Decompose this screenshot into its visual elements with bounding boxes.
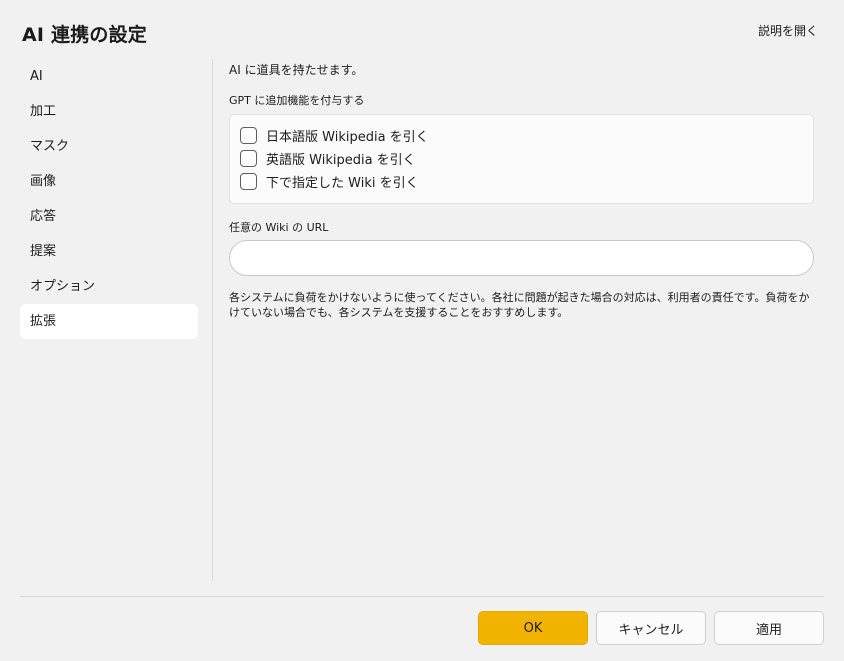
gpt-group-label: GPT に追加機能を付与する: [229, 94, 365, 107]
sidebar-item-mask[interactable]: マスク: [20, 129, 198, 164]
checkbox-icon[interactable]: [240, 127, 257, 144]
sidebar-item-image[interactable]: 画像: [20, 164, 198, 199]
panel-intro: AI に道具を持たせます。: [229, 63, 364, 77]
sidebar-item-extensions[interactable]: 拡張: [20, 304, 198, 339]
checkbox-label: 英語版 Wikipedia を引く: [266, 153, 416, 168]
english-wikipedia-checkbox[interactable]: 英語版 Wikipedia を引く: [240, 147, 803, 170]
dialog-title: AI 連携の設定: [22, 24, 147, 46]
sidebar-divider: [212, 59, 213, 581]
footer-divider: [20, 596, 824, 597]
japanese-wikipedia-checkbox[interactable]: 日本語版 Wikipedia を引く: [240, 124, 803, 147]
dialog-footer: OK キャンセル 適用: [478, 611, 824, 645]
apply-button[interactable]: 適用: [714, 611, 824, 645]
gpt-feature-checkbox-group: 日本語版 Wikipedia を引く 英語版 Wikipedia を引く 下で指…: [229, 114, 814, 204]
sidebar-item-options[interactable]: オプション: [20, 269, 198, 304]
sidebar-item-processing[interactable]: 加工: [20, 94, 198, 129]
sidebar-item-response[interactable]: 応答: [20, 199, 198, 234]
extensions-panel: AI に道具を持たせます。 GPT に追加機能を付与する 日本語版 Wikipe…: [229, 59, 814, 320]
checkbox-label: 日本語版 Wikipedia を引く: [266, 130, 429, 145]
open-help-link[interactable]: 説明を開く: [758, 22, 818, 39]
cancel-button[interactable]: キャンセル: [596, 611, 706, 645]
sidebar-item-ai[interactable]: AI: [20, 59, 198, 94]
checkbox-icon[interactable]: [240, 150, 257, 167]
checkbox-label: 下で指定した Wiki を引く: [266, 176, 419, 191]
wiki-url-input[interactable]: [229, 240, 814, 276]
sidebar: AI 加工 マスク 画像 応答 提案 オプション 拡張: [20, 59, 198, 339]
sidebar-item-suggestion[interactable]: 提案: [20, 234, 198, 269]
usage-notice: 各システムに負荷をかけないように使ってください。各社に問題が起きた場合の対応は、…: [229, 291, 810, 319]
settings-dialog: AI 連携の設定 説明を開く AI 加工 マスク 画像 応答 提案 オプション …: [0, 0, 844, 661]
custom-wiki-checkbox[interactable]: 下で指定した Wiki を引く: [240, 170, 803, 193]
checkbox-icon[interactable]: [240, 173, 257, 190]
ok-button[interactable]: OK: [478, 611, 588, 645]
wiki-url-label: 任意の Wiki の URL: [229, 221, 329, 234]
